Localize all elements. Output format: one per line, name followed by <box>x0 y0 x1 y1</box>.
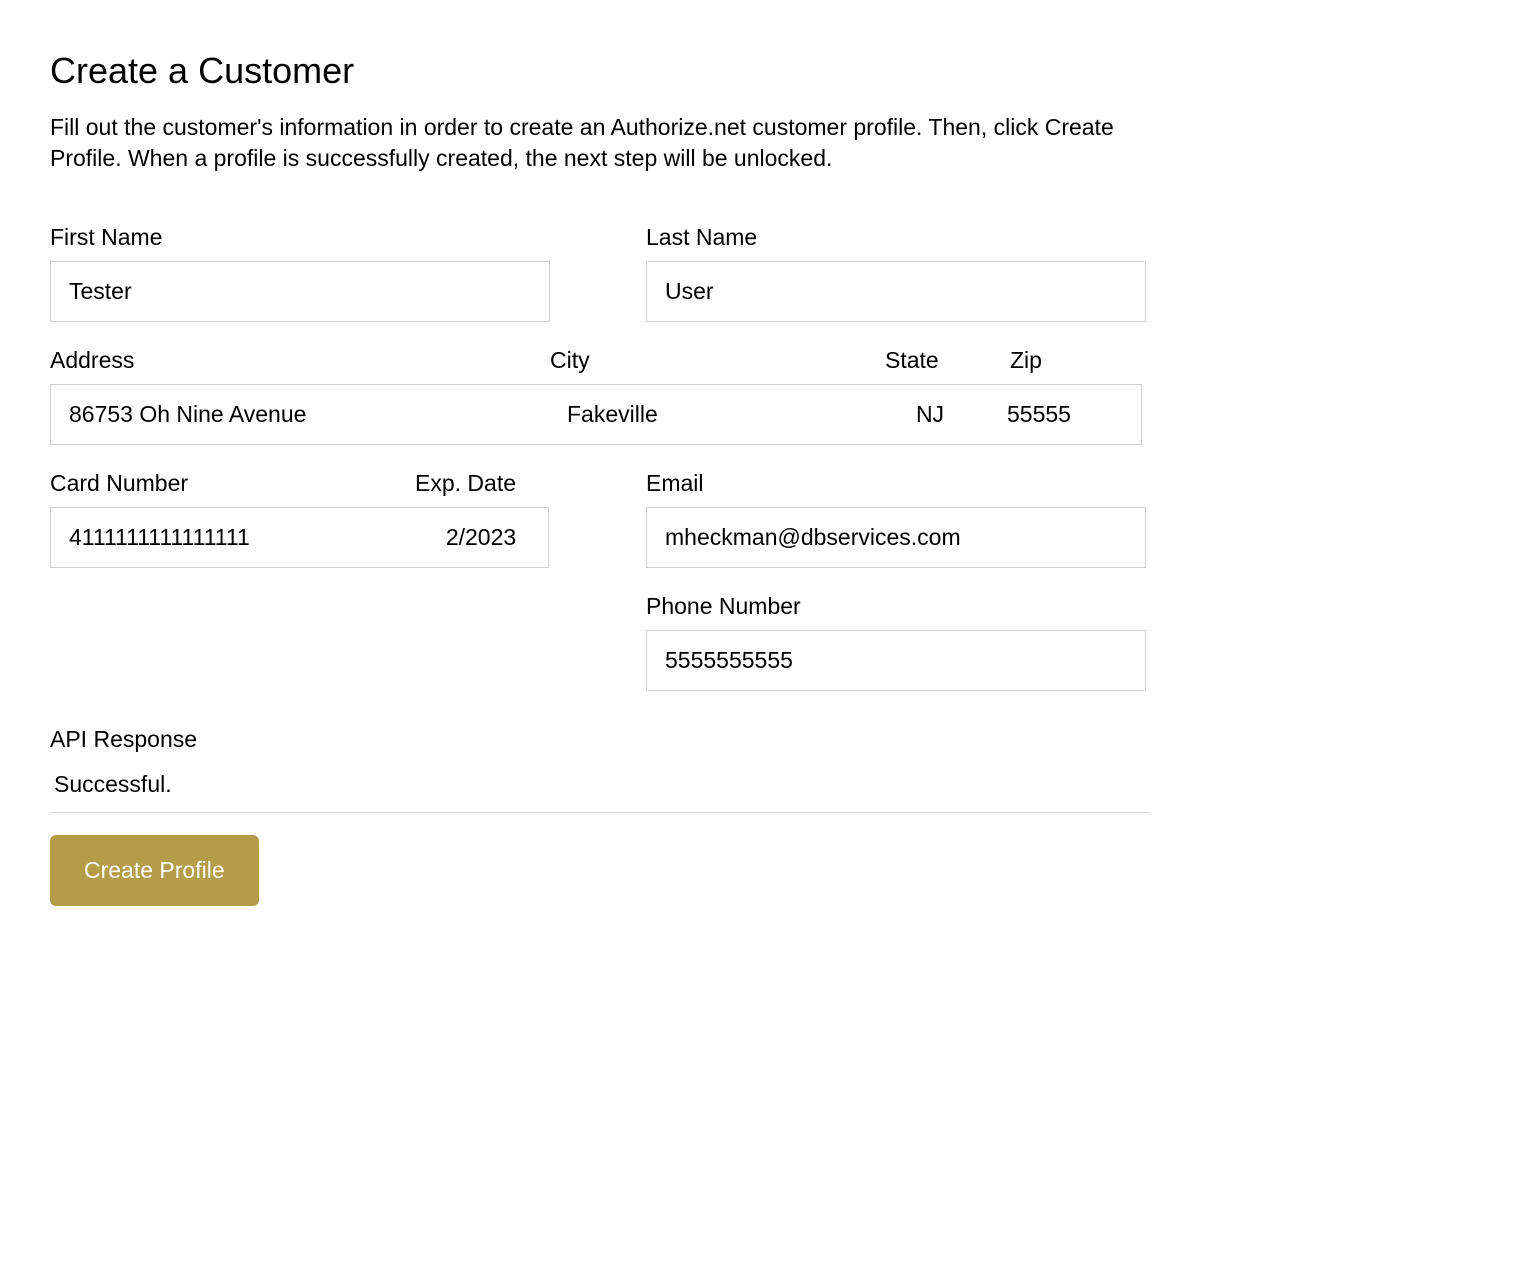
create-customer-form: Create a Customer Fill out the customer'… <box>50 50 1150 906</box>
exp-date-input[interactable] <box>414 507 549 568</box>
phone-label: Phone Number <box>646 593 1146 620</box>
page-description: Fill out the customer's information in o… <box>50 112 1150 174</box>
state-input[interactable] <box>883 384 978 445</box>
api-response-section: API Response Successful. <box>50 726 1150 813</box>
row-phone: Phone Number <box>50 593 1150 691</box>
last-name-label: Last Name <box>646 224 1146 251</box>
phone-input[interactable] <box>646 630 1146 691</box>
page-title: Create a Customer <box>50 50 1150 92</box>
create-profile-button[interactable]: Create Profile <box>50 835 259 906</box>
address-input[interactable] <box>50 384 550 445</box>
first-name-input[interactable] <box>50 261 550 322</box>
card-number-label: Card Number <box>50 470 415 497</box>
row-address: Address City State Zip <box>50 347 1150 445</box>
first-name-label: First Name <box>50 224 550 251</box>
api-response-label: API Response <box>50 726 1150 753</box>
email-input[interactable] <box>646 507 1146 568</box>
last-name-input[interactable] <box>646 261 1146 322</box>
zip-input[interactable] <box>977 384 1142 445</box>
api-response-value: Successful. <box>50 771 1150 813</box>
state-label: State <box>885 347 980 374</box>
card-number-input[interactable] <box>50 507 415 568</box>
zip-label: Zip <box>980 347 1145 374</box>
city-input[interactable] <box>549 384 884 445</box>
email-label: Email <box>646 470 1146 497</box>
row-name: First Name Last Name <box>50 224 1150 322</box>
address-label: Address <box>50 347 550 374</box>
city-label: City <box>550 347 885 374</box>
exp-date-label: Exp. Date <box>415 470 550 497</box>
button-row: Create Profile <box>50 835 1150 906</box>
row-card-email: Card Number Exp. Date Email <box>50 470 1150 568</box>
